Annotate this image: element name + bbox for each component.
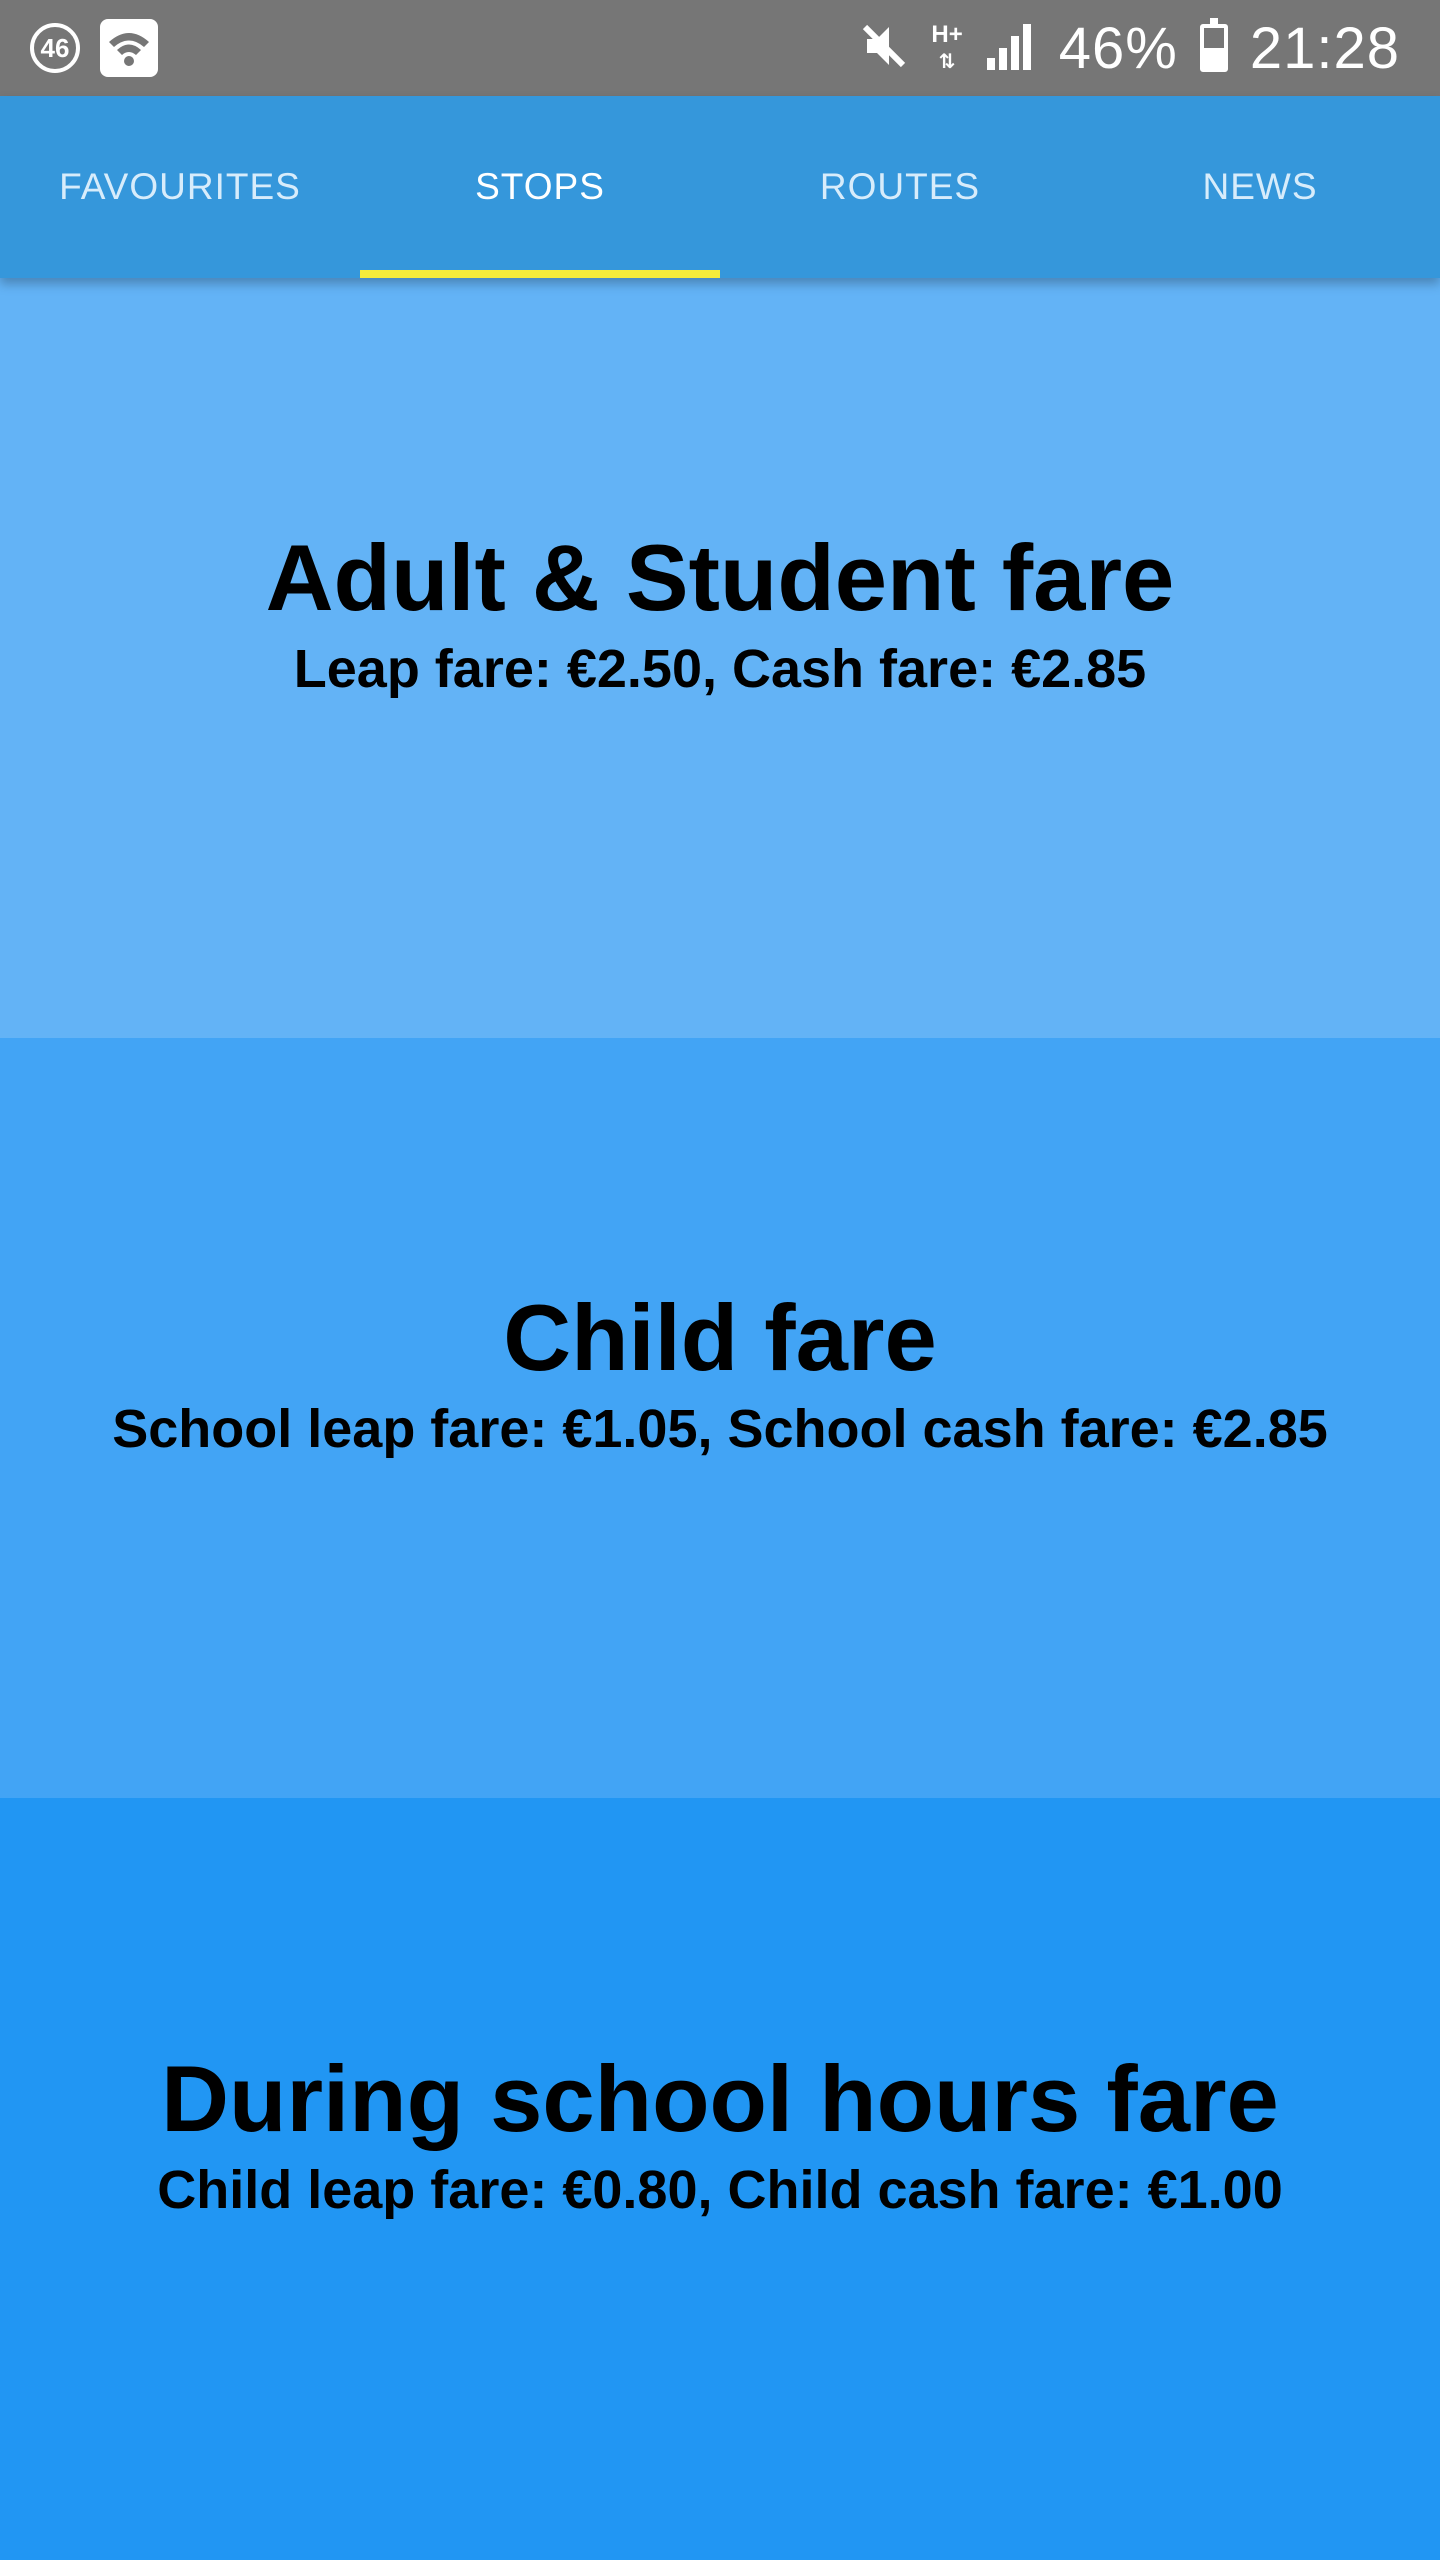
clock: 21:28 xyxy=(1249,15,1400,81)
battery-icon xyxy=(1199,18,1228,72)
fare-detail: Child leap fare: €0.80, Child cash fare:… xyxy=(157,2160,1283,2220)
active-tab-indicator xyxy=(360,270,720,278)
wifi-icon xyxy=(100,19,158,77)
status-bar: 46 H+ ⇅ 46% 21:28 xyxy=(0,0,1440,96)
mute-icon xyxy=(859,21,909,76)
tab-news[interactable]: NEWS xyxy=(1080,96,1440,278)
fare-detail: Leap fare: €2.50, Cash fare: €2.85 xyxy=(293,639,1147,699)
fare-title: Child fare xyxy=(503,1285,937,1390)
network-hplus-icon: H+ ⇅ xyxy=(931,20,963,73)
fare-detail: School leap fare: €1.05, School cash far… xyxy=(112,1399,1328,1459)
fare-panel-child: Child fare School leap fare: €1.05, Scho… xyxy=(0,1038,1440,1798)
signal-icon xyxy=(985,22,1037,75)
tab-routes[interactable]: ROUTES xyxy=(720,96,1080,278)
tab-bar: FAVOURITES STOPS ROUTES NEWS xyxy=(0,96,1440,278)
tab-label: ROUTES xyxy=(819,166,981,207)
tab-label: STOPS xyxy=(475,166,605,207)
status-bar-right: H+ ⇅ 46% 21:28 xyxy=(859,0,1400,96)
notification-count-icon: 46 xyxy=(30,23,80,73)
fare-panel-school-hours: During school hours fare Child leap fare… xyxy=(0,1798,1440,2560)
fare-panel-adult-student: Adult & Student fare Leap fare: €2.50, C… xyxy=(0,278,1440,1038)
tab-stops[interactable]: STOPS xyxy=(360,96,720,278)
notification-count: 46 xyxy=(40,32,70,63)
fare-title: Adult & Student fare xyxy=(265,525,1175,630)
tab-favourites[interactable]: FAVOURITES xyxy=(0,96,360,278)
tab-label: NEWS xyxy=(1202,166,1318,207)
status-bar-left: 46 xyxy=(30,0,158,96)
fare-title: During school hours fare xyxy=(161,2046,1279,2151)
battery-percent: 46% xyxy=(1058,15,1178,81)
tab-label: FAVOURITES xyxy=(59,166,301,207)
network-type-label: H+ xyxy=(931,20,963,48)
